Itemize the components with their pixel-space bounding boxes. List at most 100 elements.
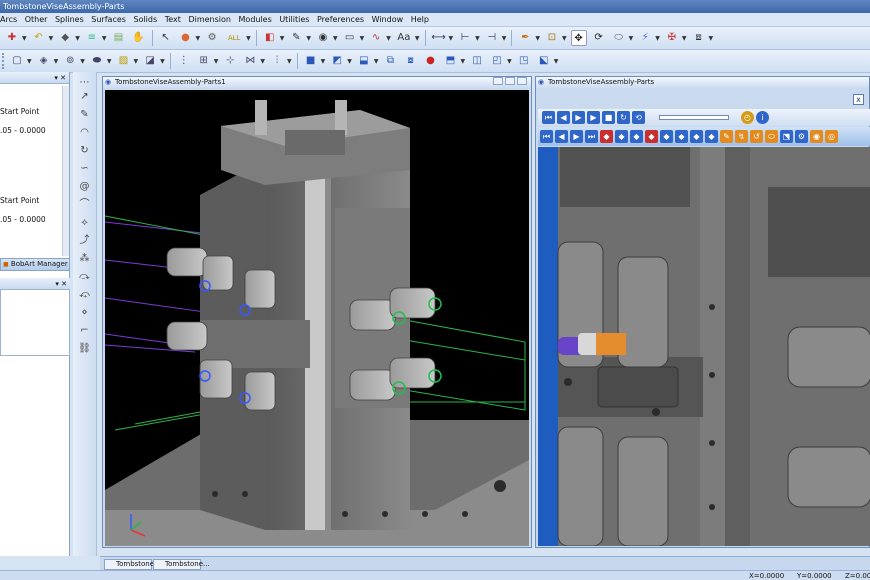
back-icon[interactable]: ◀ xyxy=(555,130,568,143)
speed-slider[interactable] xyxy=(659,115,729,120)
clock-icon[interactable]: ◴ xyxy=(741,111,754,124)
chevron-down-icon[interactable]: ▼ xyxy=(629,35,634,42)
rectangle-icon[interactable]: ▭ xyxy=(342,30,358,46)
menu-dimension[interactable]: Dimension xyxy=(188,15,231,24)
step-back-icon[interactable]: ◀ xyxy=(557,111,570,124)
chevron-down-icon[interactable]: ▼ xyxy=(22,35,27,42)
rotate-icon[interactable]: ⟳ xyxy=(591,30,607,46)
render-icon[interactable]: ◪ xyxy=(142,53,158,69)
chevron-down-icon[interactable]: ▼ xyxy=(196,35,201,42)
start-point-label-2[interactable]: Start Point xyxy=(0,196,39,205)
cube-4-icon[interactable]: ◆ xyxy=(660,130,673,143)
chevron-down-icon[interactable]: ▼ xyxy=(260,58,265,65)
cad-viewport-canvas[interactable] xyxy=(105,90,529,546)
pointer-icon[interactable]: ↖ xyxy=(158,30,174,46)
play-icon[interactable]: ▶ xyxy=(572,111,585,124)
edit-icon[interactable]: ✒ xyxy=(517,30,533,46)
arc-icon[interactable]: ◠ xyxy=(77,126,92,140)
fillet-curve-icon[interactable]: ⌐ xyxy=(77,324,92,338)
chevron-down-icon[interactable]: ▼ xyxy=(134,58,139,65)
tool-5-icon[interactable]: ⬔ xyxy=(780,130,793,143)
sphere-icon[interactable]: ● xyxy=(423,53,439,69)
curve-icon[interactable]: ∽ xyxy=(77,162,92,176)
view-side-icon[interactable]: ⊚ xyxy=(62,53,78,69)
close-simulation-button[interactable]: x xyxy=(853,94,864,105)
frame-icon[interactable]: ▢ xyxy=(9,53,25,69)
chevron-down-icon[interactable]: ▼ xyxy=(347,58,352,65)
move-icon[interactable]: ✥ xyxy=(570,30,587,46)
tab-document-1[interactable]: Tombstone... xyxy=(104,559,161,570)
cube-5-icon[interactable]: ◆ xyxy=(675,130,688,143)
maximize-button[interactable] xyxy=(505,77,515,85)
menu-arcs[interactable]: Arcs xyxy=(0,15,17,24)
cube-6-icon[interactable]: ◆ xyxy=(690,130,703,143)
view-top-icon[interactable]: ◈ xyxy=(36,53,52,69)
transform-icon[interactable]: ✠ xyxy=(664,30,680,46)
simulation-viewport-canvas[interactable] xyxy=(538,147,870,546)
chevron-down-icon[interactable]: ▼ xyxy=(54,58,59,65)
offset-icon[interactable]: ⟡ xyxy=(77,216,92,230)
chevron-down-icon[interactable]: ▼ xyxy=(107,58,112,65)
chain-icon[interactable]: ⛓ xyxy=(77,342,92,356)
skip-start-icon[interactable]: ⏮ xyxy=(540,130,553,143)
tool-8-icon[interactable]: ◎ xyxy=(825,130,838,143)
dim-radius-icon[interactable]: ⊣ xyxy=(484,30,500,46)
all-filter[interactable]: ALL xyxy=(224,30,244,46)
chevron-down-icon[interactable]: ▼ xyxy=(415,35,420,42)
view-iso-icon[interactable]: ⬬ xyxy=(89,53,105,69)
dimension-icon[interactable]: ⟷ xyxy=(431,30,447,46)
skip-end-icon[interactable]: ⏭ xyxy=(585,130,598,143)
stop-icon[interactable]: ■ xyxy=(602,111,615,124)
extrude-icon[interactable]: ⧉ xyxy=(383,53,399,69)
view-icon[interactable]: ⬭ xyxy=(611,30,627,46)
boolean-icon[interactable]: ⬒ xyxy=(443,53,459,69)
chevron-down-icon[interactable]: ▼ xyxy=(306,35,311,42)
pattern-icon[interactable]: ⁂ xyxy=(77,252,92,266)
tool-3-icon[interactable]: ↺ xyxy=(750,130,763,143)
cube-3-icon[interactable]: ◆ xyxy=(645,130,658,143)
chevron-down-icon[interactable]: ▼ xyxy=(321,58,326,65)
constraint-icon[interactable]: ⋈ xyxy=(242,53,258,69)
menu-utilities[interactable]: Utilities xyxy=(279,15,309,24)
menu-window[interactable]: Window xyxy=(372,15,404,24)
rewind-icon[interactable]: ⏮ xyxy=(542,111,555,124)
point-icon[interactable]: ◧ xyxy=(262,30,278,46)
chevron-down-icon[interactable]: ▼ xyxy=(554,58,559,65)
line-icon[interactable]: ✎ xyxy=(288,30,304,46)
cube-1-icon[interactable]: ◆ xyxy=(615,130,628,143)
chevron-down-icon[interactable]: ▼ xyxy=(160,58,165,65)
group-icon[interactable]: ⚙ xyxy=(204,30,220,46)
tool-6-icon[interactable]: ⚙ xyxy=(795,130,808,143)
chevron-down-icon[interactable]: ▼ xyxy=(475,35,480,42)
text-tool[interactable]: Aa xyxy=(395,30,413,46)
pencil-icon[interactable]: ✎ xyxy=(77,108,92,122)
chevron-down-icon[interactable]: ▼ xyxy=(386,35,391,42)
cube-7-icon[interactable]: ◆ xyxy=(705,130,718,143)
chevron-down-icon[interactable]: ▼ xyxy=(360,35,365,42)
menu-text[interactable]: Text xyxy=(165,15,181,24)
info-icon[interactable]: i xyxy=(756,111,769,124)
join-icon[interactable]: ⋄ xyxy=(77,306,92,320)
trim-icon[interactable]: ⤼ xyxy=(77,270,92,284)
refresh-icon[interactable]: ↻ xyxy=(617,111,630,124)
start-point-label-1[interactable]: Start Point xyxy=(0,107,39,116)
menu-splines[interactable]: Splines xyxy=(55,15,84,24)
shade-icon[interactable]: ▨ xyxy=(116,53,132,69)
trim-icon[interactable]: ⊡ xyxy=(544,30,560,46)
chevron-down-icon[interactable]: ▼ xyxy=(449,35,454,42)
chevron-down-icon[interactable]: ▼ xyxy=(280,35,285,42)
menu-other[interactable]: Other xyxy=(25,15,48,24)
close-button[interactable] xyxy=(517,77,527,85)
chevron-down-icon[interactable]: ▼ xyxy=(214,58,219,65)
mirror-icon[interactable]: ⫶ xyxy=(269,53,285,69)
chevron-down-icon[interactable]: ▼ xyxy=(502,35,507,42)
extend-icon[interactable]: ⤴ xyxy=(77,234,92,248)
new-icon[interactable]: ✚ xyxy=(4,30,20,46)
tool-icon[interactable]: ◆ xyxy=(57,30,73,46)
blend-icon[interactable]: ⌒ xyxy=(77,198,92,212)
minimize-button[interactable] xyxy=(493,77,503,85)
loop-icon[interactable]: ↻ xyxy=(77,144,92,158)
tab-bobart-manager[interactable]: ■ BobArt Manager xyxy=(0,258,70,271)
cube-view-icon[interactable]: ⧈ xyxy=(691,30,707,46)
arrow-icon[interactable]: ↗ xyxy=(77,90,92,104)
